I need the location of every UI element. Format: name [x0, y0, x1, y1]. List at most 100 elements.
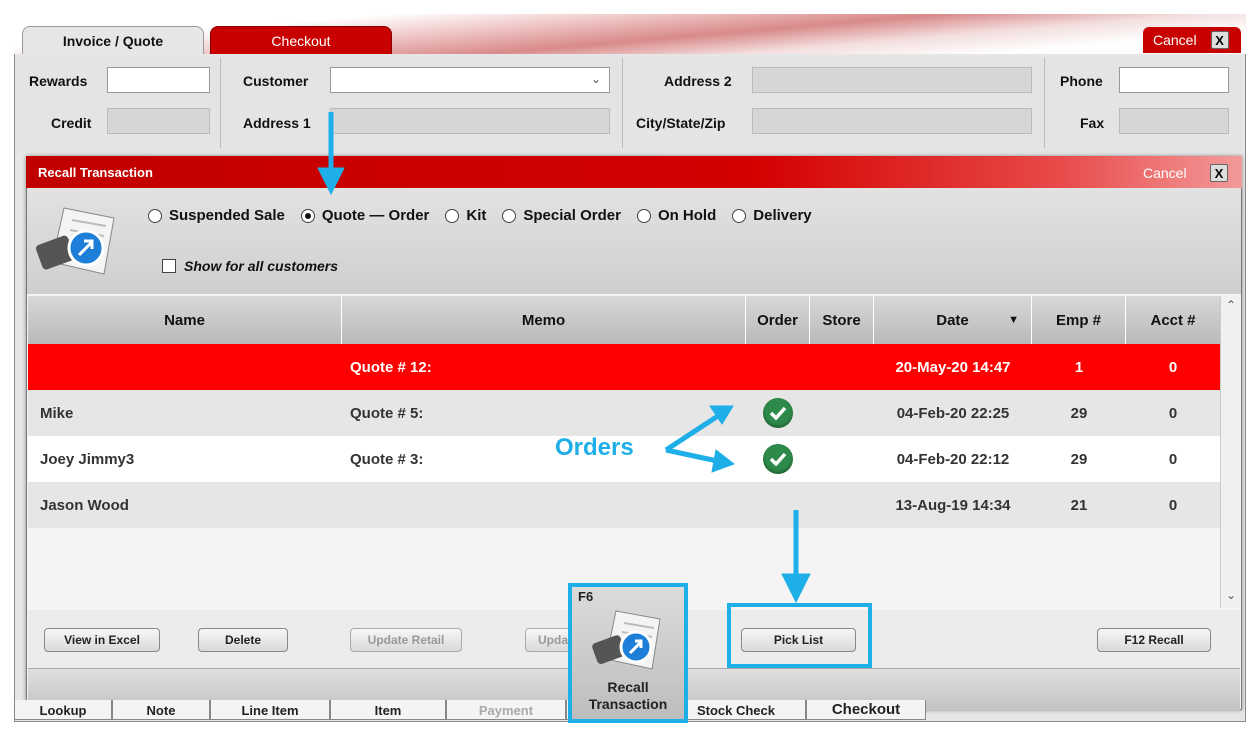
cell-name: Jason Wood: [40, 496, 129, 514]
grid-header: Name Memo Order Store Date ▼ Emp # Acct #: [28, 296, 1220, 344]
col-memo[interactable]: Memo: [342, 296, 746, 344]
city-label: City/State/Zip: [636, 115, 726, 131]
bottom-tabs: Lookup Note Line Item Item Payment Stock…: [14, 700, 954, 720]
tab-item[interactable]: Item: [330, 700, 446, 720]
credit-field: [107, 108, 210, 134]
col-date[interactable]: Date ▼: [874, 296, 1032, 344]
table-row[interactable]: Quote # 12: 20-May-20 14:47 1 0: [28, 344, 1220, 390]
radio-circle: [636, 208, 651, 223]
table-row[interactable]: Jason Wood 13-Aug-19 14:34 21 0: [28, 482, 1220, 528]
cell-order: [746, 482, 874, 528]
cell-emp: 21: [1070, 496, 1088, 514]
close-icon[interactable]: X: [1210, 31, 1229, 49]
cell-date: 04-Feb-20 22:25: [896, 404, 1010, 422]
scroll-up-icon[interactable]: ⌃: [1226, 298, 1236, 312]
fax-label: Fax: [1080, 115, 1105, 131]
address2-field: [752, 67, 1032, 93]
phone-label: Phone: [1060, 73, 1103, 89]
radio-circle: [502, 208, 517, 223]
col-name[interactable]: Name: [28, 296, 342, 344]
cell-date: 04-Feb-20 22:12: [896, 450, 1010, 468]
radio-label: Suspended Sale: [169, 207, 285, 224]
dialog-titlebar: Recall Transaction: [26, 156, 1242, 188]
vertical-scrollbar[interactable]: ⌃ ⌄: [1220, 296, 1240, 608]
radio-special-order[interactable]: Special Order: [502, 207, 621, 224]
cell-emp: 29: [1070, 450, 1088, 468]
sort-desc-icon: ▼: [1008, 314, 1019, 326]
checkbox-box[interactable]: [162, 259, 176, 273]
cell-emp: 29: [1070, 404, 1088, 422]
tab-line-item[interactable]: Line Item: [210, 700, 330, 720]
scroll-down-icon[interactable]: ⌄: [1226, 588, 1236, 602]
callout-label-line1: Recall: [607, 679, 649, 695]
fax-field: [1119, 108, 1229, 134]
radio-circle: [732, 208, 747, 223]
col-order[interactable]: Order: [746, 296, 810, 344]
cell-name: Mike: [40, 404, 74, 422]
customer-select[interactable]: ⌄: [330, 67, 610, 93]
cell-emp: 1: [1074, 358, 1084, 376]
radio-suspended-sale[interactable]: Suspended Sale: [148, 207, 285, 224]
recall-transaction-icon: [592, 610, 661, 670]
tab-payment[interactable]: Payment: [446, 700, 566, 720]
dialog-title: Recall Transaction: [38, 164, 153, 180]
show-all-customers-checkbox[interactable]: Show for all customers: [162, 258, 338, 274]
order-check-icon: [763, 444, 793, 474]
callout-label-line2: Transaction: [588, 696, 668, 712]
tab-lookup[interactable]: Lookup: [14, 700, 112, 720]
cell-acct: 0: [1168, 496, 1178, 514]
cell-memo: [342, 482, 746, 528]
address1-label: Address 1: [243, 115, 311, 131]
radio-quote-order[interactable]: Quote — Order: [300, 207, 430, 224]
radio-kit[interactable]: Kit: [445, 207, 486, 224]
credit-label: Credit: [51, 115, 92, 131]
top-cancel-button[interactable]: Cancel X: [1143, 27, 1241, 53]
city-field: [752, 108, 1032, 134]
delete-button[interactable]: Delete: [198, 628, 288, 652]
tab-checkout[interactable]: Checkout: [210, 26, 392, 54]
customer-label: Customer: [243, 73, 309, 89]
f6-recall-callout[interactable]: F6 Recall Transaction: [568, 583, 688, 723]
f6-key-label: F6: [578, 589, 594, 604]
transaction-type-radios: Suspended Sale Quote — Order Kit Special…: [148, 207, 828, 224]
cell-acct: 0: [1168, 358, 1178, 376]
cell-date: 13-Aug-19 14:34: [895, 496, 1011, 514]
rewards-input[interactable]: [107, 67, 210, 93]
chevron-down-icon: ⌄: [590, 72, 601, 86]
orders-annotation: Orders: [555, 434, 634, 461]
view-in-excel-button[interactable]: View in Excel: [44, 628, 160, 652]
radio-label: Delivery: [753, 207, 812, 224]
address2-label: Address 2: [664, 73, 732, 89]
divider: [1044, 58, 1045, 148]
divider: [220, 58, 221, 148]
phone-input[interactable]: [1119, 67, 1229, 93]
cell-acct: 0: [1168, 404, 1178, 422]
col-acct[interactable]: Acct #: [1126, 296, 1220, 344]
recall-transaction-icon: [35, 207, 115, 275]
radio-label: Quote — Order: [321, 207, 430, 224]
address1-field: [330, 108, 610, 134]
cell-name: [28, 344, 342, 390]
tab-checkout-bottom[interactable]: Checkout: [806, 700, 926, 720]
col-date-label: Date: [936, 311, 969, 329]
update-retail-button[interactable]: Update Retail: [350, 628, 462, 652]
rewards-label: Rewards: [29, 73, 88, 89]
tab-invoice-quote[interactable]: Invoice / Quote: [22, 26, 204, 54]
table-row[interactable]: Mike Quote # 5: 04-Feb-20 22:25 29 0: [28, 390, 1220, 436]
pick-list-highlight: [727, 603, 872, 668]
divider: [622, 58, 623, 148]
tab-note[interactable]: Note: [112, 700, 210, 720]
radio-delivery[interactable]: Delivery: [732, 207, 812, 224]
cell-order: [746, 436, 810, 482]
close-icon[interactable]: X: [1210, 164, 1228, 182]
col-store[interactable]: Store: [810, 296, 874, 344]
cell-order: [746, 390, 810, 436]
radio-circle-selected: [300, 208, 315, 223]
cell-name: Joey Jimmy3: [40, 450, 135, 468]
col-emp[interactable]: Emp #: [1032, 296, 1126, 344]
cell-order: [746, 344, 874, 390]
dialog-cancel-button[interactable]: Cancel: [1143, 165, 1187, 181]
recall-button[interactable]: F12 Recall: [1097, 628, 1211, 652]
radio-label: Special Order: [523, 207, 621, 224]
radio-on-hold[interactable]: On Hold: [636, 207, 716, 224]
